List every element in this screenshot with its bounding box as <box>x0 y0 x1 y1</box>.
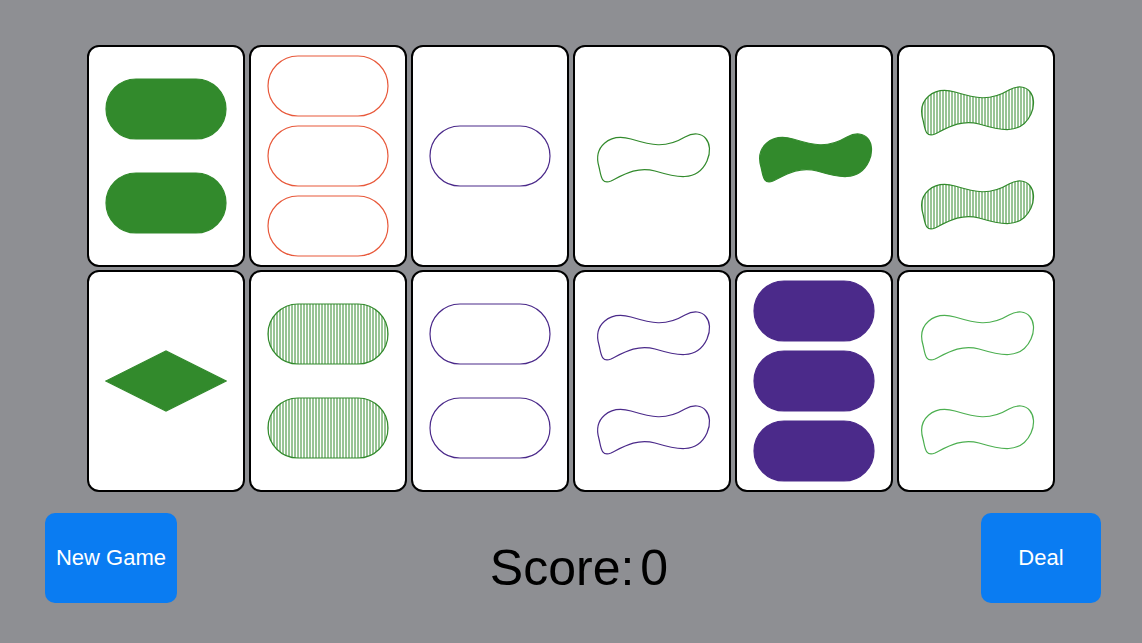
oval-icon <box>429 303 551 365</box>
squiggle-icon <box>591 397 713 459</box>
squiggle-icon <box>591 303 713 365</box>
card[interactable] <box>897 270 1055 492</box>
new-game-button[interactable]: New Game <box>45 513 177 603</box>
card[interactable] <box>87 270 245 492</box>
score: Score:0 <box>490 519 668 597</box>
card[interactable] <box>573 270 731 492</box>
game-screen: New Game Score:0 Deal <box>0 0 1142 643</box>
oval-icon <box>267 303 389 365</box>
score-label: Score: <box>490 539 635 597</box>
squiggle-icon <box>915 78 1037 140</box>
oval-icon <box>753 280 875 342</box>
card[interactable] <box>249 45 407 267</box>
deal-button[interactable]: Deal <box>981 513 1101 603</box>
oval-icon <box>267 125 389 187</box>
oval-icon <box>105 172 227 234</box>
card[interactable] <box>249 270 407 492</box>
card-grid <box>87 45 1055 492</box>
oval-icon <box>105 78 227 140</box>
bottom-bar: New Game Score:0 Deal <box>0 513 1142 603</box>
card[interactable] <box>573 45 731 267</box>
card[interactable] <box>897 45 1055 267</box>
card[interactable] <box>87 45 245 267</box>
diamond-icon <box>105 350 227 412</box>
score-value: 0 <box>640 539 668 597</box>
squiggle-icon <box>915 303 1037 365</box>
oval-icon <box>267 397 389 459</box>
oval-icon <box>753 350 875 412</box>
oval-icon <box>267 55 389 117</box>
oval-icon <box>429 125 551 187</box>
oval-icon <box>267 195 389 257</box>
oval-icon <box>753 420 875 482</box>
oval-icon <box>429 397 551 459</box>
squiggle-icon <box>915 397 1037 459</box>
squiggle-icon <box>915 172 1037 234</box>
squiggle-icon <box>591 125 713 187</box>
card[interactable] <box>411 270 569 492</box>
card[interactable] <box>411 45 569 267</box>
squiggle-icon <box>753 125 875 187</box>
card[interactable] <box>735 270 893 492</box>
card[interactable] <box>735 45 893 267</box>
